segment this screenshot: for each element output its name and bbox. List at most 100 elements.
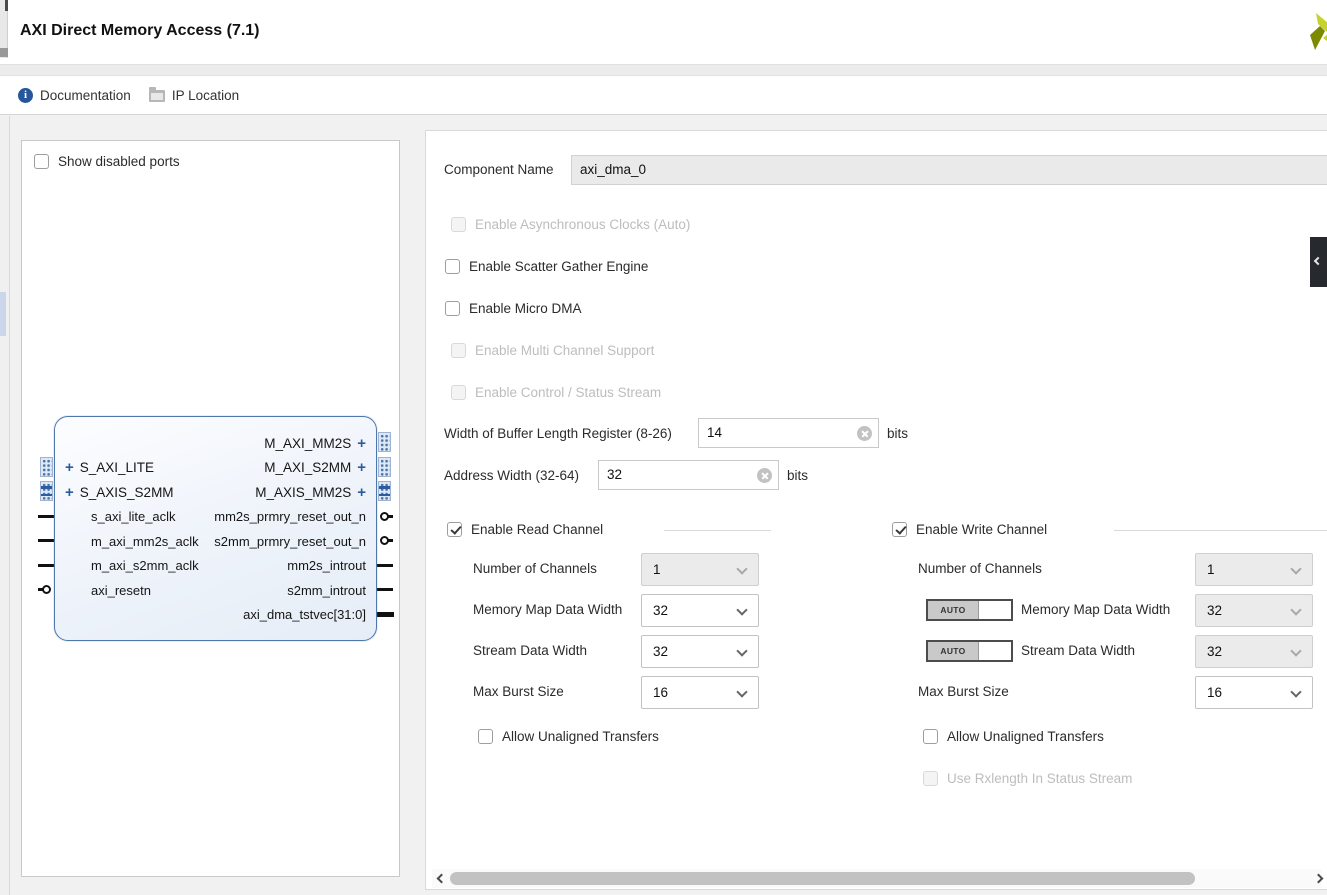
- component-name-input[interactable]: axi_dma_0: [571, 155, 1327, 185]
- read-mm-width-select[interactable]: 32: [641, 594, 759, 627]
- write-num-channels-select: 1: [1195, 553, 1313, 586]
- port-axi-dma-tstvec: axi_dma_tstvec[31:0]: [243, 607, 366, 622]
- enable-control-status-checkbox: [451, 385, 466, 400]
- enable-micro-dma-checkbox[interactable]: [445, 301, 460, 316]
- show-disabled-ports-checkbox[interactable]: [34, 154, 49, 169]
- write-stream-width-auto-toggle[interactable]: AUTO: [926, 640, 1013, 662]
- horizontal-scrollbar[interactable]: [432, 869, 1322, 888]
- interface-pin-icon: [378, 432, 391, 452]
- port-s2mm-introut: s2mm_introut: [287, 583, 366, 598]
- enable-write-channel-label: Enable Write Channel: [916, 522, 1047, 537]
- folder-icon: [149, 90, 165, 102]
- component-name-label: Component Name: [444, 162, 554, 177]
- write-num-channels-label: Number of Channels: [918, 561, 1042, 576]
- buffer-length-unit: bits: [887, 426, 908, 441]
- port-m-axi-mm2s-aclk: m_axi_mm2s_aclk: [91, 534, 199, 549]
- read-allow-unaligned-label: Allow Unaligned Transfers: [502, 729, 659, 744]
- header-divider: [0, 64, 1327, 76]
- port-m-axi-s2mm-aclk: m_axi_s2mm_aclk: [91, 558, 199, 573]
- collapsed-panel-tab[interactable]: [1310, 237, 1327, 287]
- write-allow-unaligned-checkbox[interactable]: [923, 729, 938, 744]
- port-row: m_axi_mm2s_aclk s2mm_prmry_reset_out_n: [65, 529, 366, 554]
- chevron-left-icon: [1314, 257, 1322, 265]
- active-low-pin-icon: [380, 536, 389, 545]
- port-row: axi_dma_tstvec[31:0]: [65, 603, 366, 628]
- read-stream-width-select[interactable]: 32: [641, 635, 759, 668]
- enable-control-status-label: Enable Control / Status Stream: [475, 385, 661, 400]
- clear-icon[interactable]: [757, 468, 772, 483]
- port-row: s_axi_lite_aclk mm2s_prmry_reset_out_n: [65, 505, 366, 530]
- use-rxlength-checkbox: [923, 771, 938, 786]
- interface-pin-icon: [378, 481, 391, 501]
- write-allow-unaligned-row: Allow Unaligned Transfers: [923, 729, 1104, 744]
- write-max-burst-select[interactable]: 16: [1195, 676, 1313, 709]
- enable-scatter-gather-checkbox[interactable]: [445, 259, 460, 274]
- expand-plus-icon[interactable]: +: [65, 460, 74, 475]
- group-divider: [664, 530, 771, 531]
- ip-block: M_AXI_MM2S + + S_AXI_LITE M_AXI_S2MM + +…: [54, 416, 377, 641]
- auto-toggle-knob: AUTO: [928, 642, 979, 660]
- block-diagram-panel: Show disabled ports M_AXI_MM2S +: [21, 140, 400, 877]
- show-disabled-ports-row: Show disabled ports: [34, 154, 180, 169]
- enable-read-channel-label: Enable Read Channel: [471, 522, 603, 537]
- use-rxlength-label: Use Rxlength In Status Stream: [947, 771, 1132, 786]
- bus-pin-stub: [377, 612, 394, 617]
- read-allow-unaligned-checkbox[interactable]: [478, 729, 493, 744]
- enable-multi-channel-checkbox: [451, 343, 466, 358]
- use-rxlength-row: Use Rxlength In Status Stream: [923, 771, 1132, 786]
- enable-scatter-gather-label: Enable Scatter Gather Engine: [469, 259, 648, 274]
- port-axi-resetn: axi_resetn: [91, 583, 151, 598]
- read-max-burst-label: Max Burst Size: [473, 684, 564, 699]
- read-allow-unaligned-row: Allow Unaligned Transfers: [478, 729, 659, 744]
- documentation-label: Documentation: [40, 88, 131, 103]
- port-s-axi-lite: + S_AXI_LITE: [65, 460, 154, 475]
- enable-multi-channel-label: Enable Multi Channel Support: [475, 343, 654, 358]
- interface-pin-icon: [378, 457, 391, 477]
- enable-read-channel-checkbox[interactable]: [447, 522, 462, 537]
- configuration-panel: Component Name axi_dma_0 Enable Asynchro…: [425, 130, 1327, 890]
- ip-location-button[interactable]: IP Location: [149, 88, 239, 103]
- group-divider: [1114, 530, 1327, 531]
- expand-plus-icon[interactable]: +: [357, 460, 366, 475]
- scroll-right-icon[interactable]: [1314, 874, 1324, 884]
- scrollbar-thumb[interactable]: [450, 872, 1195, 885]
- port-m-axi-s2mm: M_AXI_S2MM +: [264, 460, 366, 475]
- port-s2mm-prmry-reset-out-n: s2mm_prmry_reset_out_n: [214, 534, 366, 549]
- collapsed-side-rail: [0, 116, 10, 895]
- port-m-axi-mm2s: M_AXI_MM2S +: [264, 436, 366, 451]
- port-mm2s-introut: mm2s_introut: [287, 558, 366, 573]
- clear-icon[interactable]: [857, 426, 872, 441]
- read-mm-width-label: Memory Map Data Width: [473, 602, 622, 617]
- expand-plus-icon[interactable]: +: [357, 436, 366, 451]
- port-s-axi-lite-aclk: s_axi_lite_aclk: [91, 509, 176, 524]
- ip-location-label: IP Location: [172, 88, 239, 103]
- address-width-input[interactable]: 32: [598, 460, 779, 490]
- option-row: Enable Multi Channel Support: [451, 343, 654, 358]
- ip-block-diagram: M_AXI_MM2S + + S_AXI_LITE M_AXI_S2MM + +…: [54, 416, 377, 641]
- active-low-pin-icon: [380, 512, 389, 521]
- documentation-button[interactable]: Documentation: [18, 88, 131, 103]
- info-icon: [18, 88, 33, 103]
- scroll-left-icon[interactable]: [437, 874, 447, 884]
- toolbar: Documentation IP Location: [0, 76, 1327, 115]
- address-width-unit: bits: [787, 468, 808, 483]
- auto-toggle-knob: AUTO: [928, 601, 979, 619]
- side-rail-highlight: [0, 292, 6, 336]
- expand-plus-icon[interactable]: +: [357, 485, 366, 500]
- port-s-axis-s2mm: + S_AXIS_S2MM: [65, 485, 174, 500]
- write-mm-width-auto-toggle[interactable]: AUTO: [926, 599, 1013, 621]
- enable-write-channel-checkbox[interactable]: [892, 522, 907, 537]
- option-row: Enable Micro DMA: [445, 301, 582, 316]
- write-allow-unaligned-label: Allow Unaligned Transfers: [947, 729, 1104, 744]
- read-max-burst-select[interactable]: 16: [641, 676, 759, 709]
- enable-read-channel-row: Enable Read Channel: [447, 522, 603, 537]
- read-num-channels-select: 1: [641, 553, 759, 586]
- expand-plus-icon[interactable]: +: [65, 485, 74, 500]
- write-stream-width-select: 32: [1195, 635, 1313, 668]
- interface-pin-icon: [40, 457, 53, 477]
- write-mm-width-select: 32: [1195, 594, 1313, 627]
- buffer-length-input[interactable]: 14: [698, 418, 879, 448]
- port-m-axis-mm2s: M_AXIS_MM2S +: [255, 485, 366, 500]
- write-mm-width-label: Memory Map Data Width: [1021, 602, 1170, 617]
- port-row: m_axi_s2mm_aclk mm2s_introut: [65, 554, 366, 579]
